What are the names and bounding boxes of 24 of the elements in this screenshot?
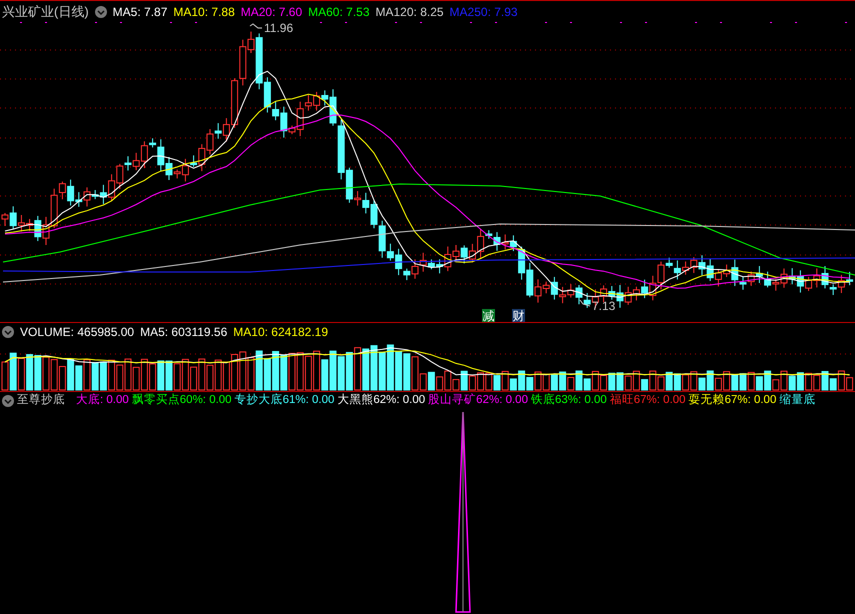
volume-value: MA5: 603119.56 [140,324,228,340]
indicator-value: 铁底63%: 0.00 [530,392,607,408]
indicator-value: 福旺67%: 0.00 [610,392,686,408]
indicator-title: 至尊抄底 [17,392,65,408]
moving-average-value: MA5: 7.87 [112,4,168,20]
indicator-value: 耍无赖67%: 0.00 [688,392,776,408]
indicator-value: 大黑熊62%: 0.00 [337,392,426,408]
moving-average-value: MA60: 7.53 [308,4,370,20]
stock-title: 兴业矿业(日线) [2,2,89,21]
event-badge[interactable]: 财 [512,309,525,322]
high-price-label: 11.96 [264,22,294,35]
volume-value: VOLUME: 465985.00 [20,324,134,340]
volume-value: MA10: 624182.19 [233,324,328,340]
indicator-value: 缩量底 [779,392,816,408]
indicator-value: 股山寻矿62%: 0.00 [428,392,528,408]
moving-average-value: MA120: 8.25 [376,4,444,20]
moving-average-value: MA10: 7.88 [173,4,235,20]
moving-average-value: MA20: 7.60 [240,4,302,20]
indicator-value: 专抄大底61%: 0.00 [234,392,334,408]
moving-average-value: MA250: 7.93 [450,4,518,20]
low-price-label: 7.13 [592,299,616,313]
indicator-value: 大底: 0.00 [76,392,129,408]
event-badge[interactable]: 减 [482,309,495,322]
indicator-value: 飘零买点60%: 0.00 [132,392,232,408]
